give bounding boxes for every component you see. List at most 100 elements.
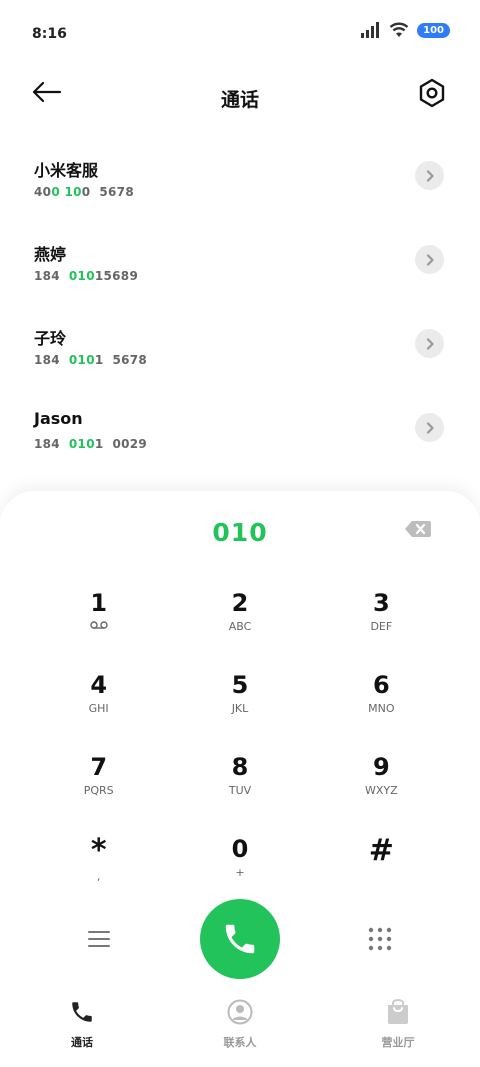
status-icons: 100 xyxy=(361,22,450,38)
battery-indicator: 100 xyxy=(417,22,450,38)
key-digit: 4 xyxy=(90,671,108,699)
dialpad-icon xyxy=(368,927,392,951)
key-digit: 6 xyxy=(372,671,390,699)
key-4[interactable]: 4 GHI xyxy=(28,670,169,736)
contact-number: 184 0101 5678 xyxy=(34,353,147,367)
contact-name: Jason xyxy=(34,409,83,428)
contact-row[interactable]: 燕婷 184 01015689 xyxy=(0,224,480,308)
contact-name: 燕婷 xyxy=(34,245,67,264)
backspace-icon xyxy=(405,521,431,537)
number-match-highlight: 010 xyxy=(68,269,95,283)
key-letters: , xyxy=(96,870,101,883)
key-star[interactable]: *, xyxy=(28,834,169,900)
page-title: 通话 xyxy=(220,89,259,111)
contacts-icon xyxy=(226,998,254,1026)
dial-panel: 010 1 2 ABC 3 DEF 4 GHI 5 JKL 6 MNO 7 PQRS 8 TUV 9 WXYZ *… xyxy=(0,491,480,1067)
key-5[interactable]: 5 JKL xyxy=(169,670,310,736)
keypad-toggle-button[interactable] xyxy=(368,927,392,951)
voicemail-icon xyxy=(89,620,108,634)
settings-button[interactable] xyxy=(418,78,448,110)
key-letters: DEF xyxy=(370,620,393,633)
backspace-button[interactable] xyxy=(404,519,432,539)
number-segment: 15689 xyxy=(94,269,139,283)
contact-name: 小米客服 xyxy=(34,161,99,180)
header: 通话 xyxy=(0,70,480,126)
call-button[interactable] xyxy=(200,899,280,979)
key-letters: WXYZ xyxy=(364,784,398,797)
settings-hexagon-icon xyxy=(419,78,445,108)
phone-icon xyxy=(225,924,255,954)
number-segment: 0 5678 xyxy=(81,185,134,199)
nav-item-shop[interactable]: 营业厅 xyxy=(348,998,448,1050)
phone-icon xyxy=(68,998,96,1026)
number-segment: 184 xyxy=(34,269,69,283)
shop-icon xyxy=(384,998,412,1026)
chevron-right-icon xyxy=(426,421,434,434)
key-letters: + xyxy=(235,866,245,879)
wifi-icon xyxy=(389,22,409,37)
contact-number: 184 0101 0029 xyxy=(34,437,147,451)
key-digit: 8 xyxy=(231,753,249,781)
contact-name: 子玲 xyxy=(34,329,67,348)
number-match-highlight: 10 xyxy=(64,185,82,199)
number-segment: 40 xyxy=(34,185,52,199)
key-0[interactable]: 0 + xyxy=(169,834,310,900)
key-digit: 9 xyxy=(372,753,390,781)
contact-detail-button[interactable] xyxy=(415,329,444,358)
contact-number: 400 100 5678 xyxy=(34,185,134,199)
status-time: 8:16 xyxy=(32,26,67,42)
key-3[interactable]: 3 DEF xyxy=(311,588,452,654)
key-digit: 7 xyxy=(90,753,108,781)
menu-icon xyxy=(88,931,110,947)
key-1[interactable]: 1 xyxy=(28,588,169,654)
key-digit: * xyxy=(90,833,107,868)
nav-item-calls[interactable]: 通话 xyxy=(32,998,132,1050)
key-digit: 1 xyxy=(90,589,108,617)
key-hash[interactable]: # xyxy=(311,834,452,900)
nav-item-contacts[interactable]: 联系人 xyxy=(190,998,290,1050)
key-digit: 5 xyxy=(231,671,249,699)
contact-row[interactable]: 子玲 184 0101 5678 xyxy=(0,308,480,392)
number-segment: 1 5678 xyxy=(94,353,148,367)
key-letters: TUV xyxy=(228,784,252,797)
number-segment: 1 0029 xyxy=(94,437,148,451)
key-digit: 2 xyxy=(231,589,249,617)
number-match-highlight: 010 xyxy=(68,353,95,367)
number-match-highlight: 0 xyxy=(51,185,60,199)
status-bar: 8:16 100 xyxy=(0,0,480,70)
contact-row[interactable]: 小米客服 400 100 5678 xyxy=(0,140,480,224)
key-digit: 0 xyxy=(231,835,249,863)
chevron-right-icon xyxy=(426,253,434,266)
chevron-right-icon xyxy=(426,169,434,182)
key-letters: PQRS xyxy=(83,784,114,797)
key-6[interactable]: 6 MNO xyxy=(311,670,452,736)
nav-label-calls: 通话 xyxy=(71,1036,93,1049)
number-segment: 184 xyxy=(34,353,69,367)
key-9[interactable]: 9 WXYZ xyxy=(311,752,452,818)
menu-button[interactable] xyxy=(88,929,110,949)
key-2[interactable]: 2 ABC xyxy=(169,588,310,654)
key-digit: 3 xyxy=(372,589,390,617)
contact-number: 184 01015689 xyxy=(34,269,138,283)
signal-icon xyxy=(361,22,380,38)
key-8[interactable]: 8 TUV xyxy=(169,752,310,818)
contact-row[interactable]: Jason 184 0101 0029 xyxy=(0,392,480,476)
contact-detail-button[interactable] xyxy=(415,413,444,442)
key-letters: JKL xyxy=(231,702,249,715)
number-segment: 184 xyxy=(34,437,69,451)
key-letters: MNO xyxy=(368,702,395,715)
contact-detail-button[interactable] xyxy=(415,161,444,190)
bottom-nav: 通话 联系人 营业厅 xyxy=(0,998,480,1067)
key-letters: GHI xyxy=(88,702,109,715)
nav-label-contacts: 联系人 xyxy=(223,1036,257,1049)
keypad: 1 2 ABC 3 DEF 4 GHI 5 JKL 6 MNO 7 PQRS 8 TUV 9 WXYZ *, 0 + # xyxy=(28,588,452,900)
nav-label-shop: 营业厅 xyxy=(381,1036,415,1049)
contact-detail-button[interactable] xyxy=(415,245,444,274)
dial-actions xyxy=(0,899,480,979)
chevron-right-icon xyxy=(426,337,434,350)
key-letters: ABC xyxy=(228,620,252,633)
key-7[interactable]: 7 PQRS xyxy=(28,752,169,818)
number-match-highlight: 010 xyxy=(68,437,95,451)
key-digit: # xyxy=(368,833,394,868)
contact-list: 小米客服 400 100 5678 燕婷 184 01015689 子玲 184 0101… xyxy=(0,140,480,476)
